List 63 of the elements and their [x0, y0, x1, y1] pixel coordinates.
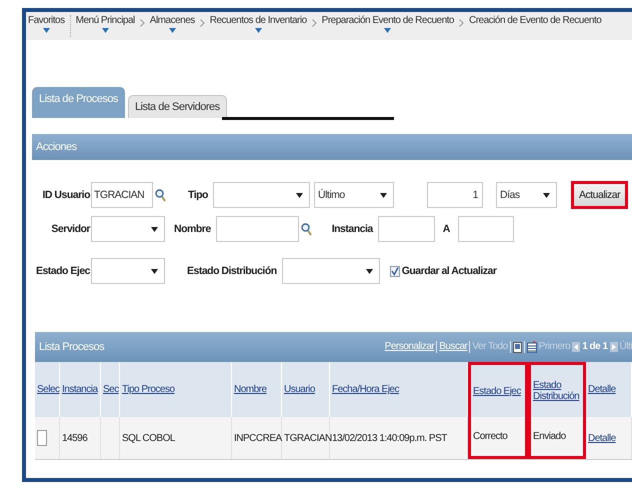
table-cell: INPCCREA	[232, 417, 282, 459]
breadcrumb-link[interactable]: Favoritos	[28, 15, 65, 26]
field-label: A	[442, 223, 450, 235]
search-icon[interactable]	[155, 188, 166, 202]
table-cell: SQL COBOL	[120, 417, 232, 459]
dropdown-field[interactable]	[91, 216, 165, 242]
input-field[interactable]	[216, 216, 299, 242]
dropdown-icon[interactable]	[102, 28, 109, 33]
dropdown-icon[interactable]	[168, 28, 176, 33]
breadcrumb-link[interactable]: Creación de Evento de Recuento	[468, 15, 602, 26]
previous-icon	[572, 342, 580, 352]
field-label: Servidor	[50, 223, 90, 235]
window-icon[interactable]	[512, 342, 522, 352]
checkbox-label: Guardar al Actualizar	[402, 265, 496, 277]
dropdown-field[interactable]	[212, 182, 310, 208]
caret-icon	[296, 192, 303, 198]
tab[interactable]: Lista de Servidores	[128, 95, 227, 118]
next-icon	[610, 342, 618, 352]
field-label: Estado Distribución	[187, 265, 277, 277]
breadcrumb-link[interactable]: Menú Principal	[76, 15, 135, 26]
breadcrumb-link[interactable]: Preparación Evento de Recuento	[322, 15, 454, 26]
breadcrumb-link[interactable]: Almacenes	[150, 15, 195, 26]
field-label: Estado Ejec	[34, 265, 90, 277]
spreadsheet-icon[interactable]	[526, 341, 537, 353]
chevron-icon	[312, 19, 317, 27]
update-button[interactable]: Actualizar	[570, 181, 628, 209]
input-field[interactable]	[378, 216, 435, 242]
chevron-icon	[140, 19, 145, 27]
field-label: ID Usuario	[41, 189, 90, 201]
table-cell: TGRACIAN	[282, 417, 330, 459]
page-count: 1 de 1	[582, 340, 608, 354]
field-label: Nombre	[174, 223, 211, 235]
grid-title: Lista Procesos	[39, 340, 104, 355]
input-field[interactable]: 1	[426, 182, 483, 208]
search-icon[interactable]	[300, 222, 312, 236]
dropdown-field[interactable]	[91, 258, 165, 284]
table-cell: Correcto	[468, 417, 528, 459]
breadcrumb-link[interactable]: Recuentos de Inventario	[210, 15, 307, 26]
details-link[interactable]: Detalle	[586, 417, 632, 459]
caret-icon	[366, 268, 373, 274]
dropdown-field[interactable]: Días	[496, 182, 557, 208]
checkbox[interactable]	[37, 430, 47, 446]
caret-icon	[151, 268, 158, 274]
dropdown-field[interactable]: Último	[314, 182, 394, 208]
caret-icon	[542, 192, 550, 198]
chevron-icon	[200, 19, 205, 27]
caret-icon	[151, 226, 158, 232]
dropdown-icon[interactable]	[42, 28, 50, 33]
table-cell: Enviado	[528, 417, 586, 459]
chevron-icon	[458, 19, 464, 27]
caret-icon	[380, 192, 387, 198]
checkbox[interactable]	[390, 266, 400, 276]
dropdown-field[interactable]	[282, 258, 380, 284]
section-header: Acciones	[32, 134, 632, 160]
input-field[interactable]: TGRACIAN	[91, 182, 153, 208]
dropdown-icon[interactable]	[254, 28, 262, 33]
dropdown-icon[interactable]	[384, 28, 392, 33]
field-label: Tipo	[188, 189, 208, 201]
table-row[interactable]: 14596 SQL COBOL INPCCREA TGRACIAN13/02/2013 1:40:09p.m. PST Correcto Enviado Detalle	[35, 417, 632, 460]
input-field[interactable]	[458, 216, 514, 242]
table-cell: 13/02/2013 1:40:09p.m. PST	[330, 417, 468, 459]
field-label: Instancia	[332, 223, 373, 235]
table-cell: 14596	[60, 417, 101, 459]
